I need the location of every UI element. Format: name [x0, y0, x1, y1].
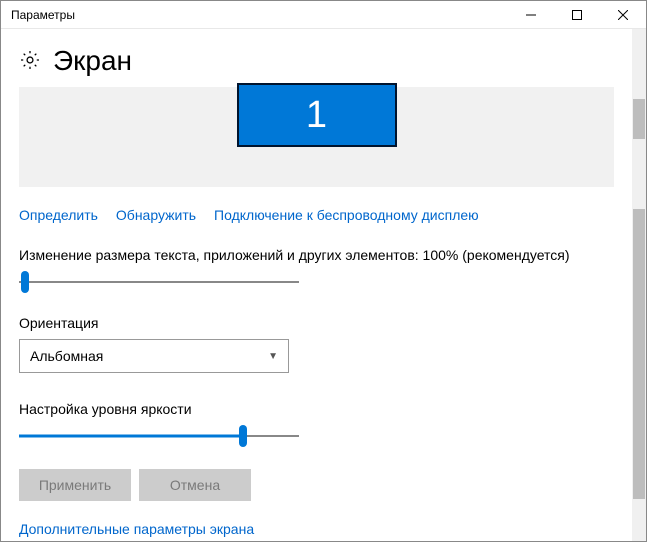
orientation-value: Альбомная: [30, 348, 103, 364]
maximize-button[interactable]: [554, 1, 600, 28]
detect-link[interactable]: Обнаружить: [116, 207, 196, 223]
display-preview: 1: [19, 87, 614, 187]
scale-slider[interactable]: [19, 271, 299, 293]
window-title: Параметры: [11, 8, 75, 22]
scrollbar[interactable]: [632, 29, 646, 541]
scroll-thumb[interactable]: [633, 99, 645, 139]
window-controls: [508, 1, 646, 28]
monitor-number: 1: [306, 94, 327, 137]
wireless-link[interactable]: Подключение к беспроводному дисплею: [214, 207, 479, 223]
orientation-label: Ориентация: [19, 315, 614, 331]
monitor-tile[interactable]: 1: [237, 83, 397, 147]
identify-link[interactable]: Определить: [19, 207, 98, 223]
gear-icon: [19, 49, 41, 74]
cancel-button[interactable]: Отмена: [139, 469, 251, 501]
chevron-down-icon: ▼: [268, 351, 278, 362]
scroll-thumb[interactable]: [633, 209, 645, 499]
action-buttons: Применить Отмена: [19, 469, 614, 501]
scale-label: Изменение размера текста, приложений и д…: [19, 247, 614, 263]
close-button[interactable]: [600, 1, 646, 28]
content-area: Экран 1 Определить Обнаружить Подключени…: [1, 29, 632, 541]
titlebar: Параметры: [1, 1, 646, 29]
apply-button[interactable]: Применить: [19, 469, 131, 501]
page-title: Экран: [53, 45, 132, 77]
display-links: Определить Обнаружить Подключение к бесп…: [19, 207, 614, 223]
minimize-button[interactable]: [508, 1, 554, 28]
brightness-label: Настройка уровня яркости: [19, 401, 614, 417]
orientation-select[interactable]: Альбомная ▼: [19, 339, 289, 373]
brightness-slider[interactable]: [19, 425, 299, 447]
page-header: Экран: [19, 45, 614, 77]
additional-settings-link[interactable]: Дополнительные параметры экрана: [19, 521, 614, 537]
